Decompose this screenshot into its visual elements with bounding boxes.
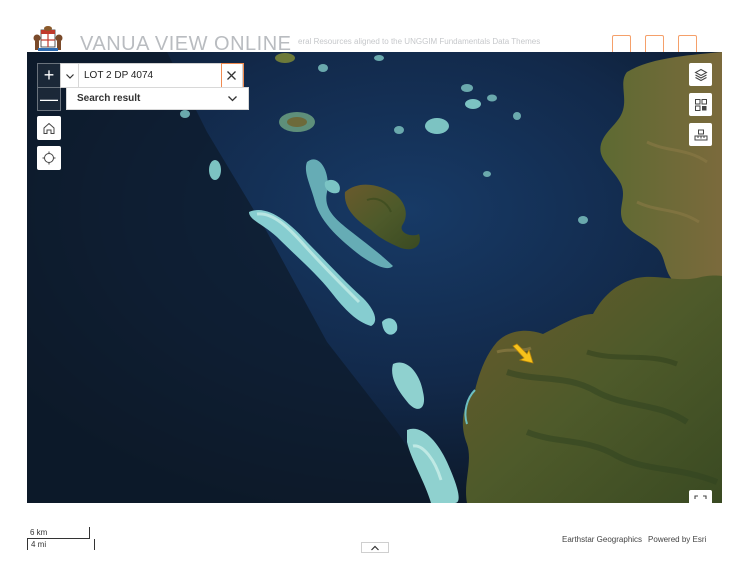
home-icon (43, 122, 55, 134)
satellite-map[interactable]: + — LOT 2 DP 4074 Search result (27, 52, 722, 503)
search-result-dropdown[interactable]: Search result (66, 87, 249, 110)
search-widget (60, 63, 243, 88)
zoom-controls: + — (37, 63, 61, 111)
measure-button[interactable] (689, 123, 712, 146)
scale-mi-label: 4 mi (27, 539, 95, 550)
map-imagery (27, 52, 722, 503)
location-marker-arrow-icon (512, 343, 534, 364)
fiji-coat-of-arms-icon (33, 26, 63, 51)
search-submit-button[interactable] (221, 63, 244, 88)
scale-bar: 6 km 4 mi (27, 527, 97, 550)
basemap-grid-icon (694, 98, 707, 111)
measure-ruler-icon (694, 129, 707, 140)
locate-button[interactable] (37, 146, 61, 170)
layers-button[interactable] (689, 63, 712, 86)
home-button[interactable] (37, 116, 61, 140)
search-input[interactable] (79, 64, 220, 87)
zoom-out-button[interactable]: — (38, 88, 60, 111)
fullscreen-icon (694, 495, 707, 499)
attribution-powered-by[interactable]: Powered by Esri (648, 535, 706, 544)
layers-icon (693, 68, 708, 81)
zoom-in-button[interactable]: + (38, 64, 60, 87)
fullscreen-button[interactable] (689, 490, 712, 503)
map-attribution: Earthstar Geographics Powered by Esri (562, 535, 706, 544)
search-result-label: Search result (77, 93, 141, 104)
collapse-panel-button[interactable] (361, 542, 389, 553)
attribution-source[interactable]: Earthstar Geographics (562, 535, 642, 544)
scale-km-label: 6 km (27, 527, 90, 539)
basemap-gallery-button[interactable] (689, 93, 712, 116)
locate-crosshair-icon (42, 151, 56, 165)
search-source-dropdown[interactable] (61, 64, 79, 87)
app-page: VANUA VIEW ONLINE eral Resources aligned… (0, 0, 749, 579)
chevron-down-icon (65, 73, 74, 79)
app-subtitle: eral Resources aligned to the UNGGIM Fun… (298, 37, 541, 46)
chevron-down-icon (228, 96, 237, 102)
chevron-up-icon (371, 545, 379, 550)
